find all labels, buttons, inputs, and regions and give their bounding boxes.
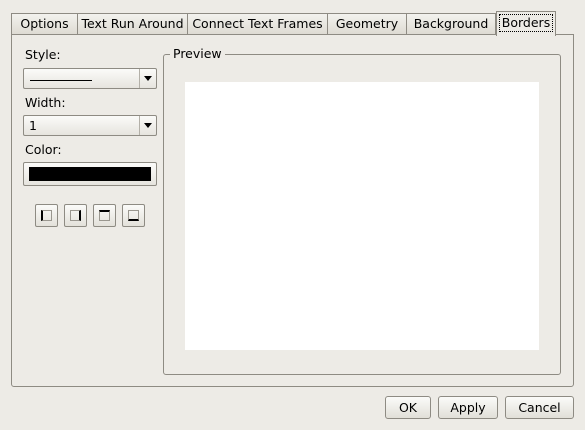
ok-button-label: OK bbox=[398, 400, 418, 415]
tab-background-label: Background bbox=[413, 16, 489, 31]
tab-borders[interactable]: Borders bbox=[496, 11, 556, 36]
style-label: Style: bbox=[25, 47, 61, 62]
tab-geometry-label: Geometry bbox=[335, 16, 399, 31]
chevron-down-icon[interactable] bbox=[139, 69, 156, 88]
bottom-border-icon bbox=[128, 210, 139, 221]
right-border-button[interactable] bbox=[64, 204, 87, 227]
color-label: Color: bbox=[25, 142, 62, 157]
tab-connect-text-frames-label: Connect Text Frames bbox=[192, 16, 323, 31]
apply-button-label: Apply bbox=[450, 400, 486, 415]
top-border-icon bbox=[99, 210, 110, 221]
cancel-button-label: Cancel bbox=[518, 400, 561, 415]
color-button[interactable] bbox=[23, 162, 157, 186]
width-combobox[interactable]: 1 bbox=[23, 115, 157, 136]
preview-title: Preview bbox=[170, 46, 225, 61]
left-border-button[interactable] bbox=[35, 204, 58, 227]
tab-geometry[interactable]: Geometry bbox=[327, 13, 407, 34]
tab-text-run-around[interactable]: Text Run Around bbox=[77, 13, 188, 34]
cancel-button[interactable]: Cancel bbox=[505, 396, 574, 419]
tab-connect-text-frames[interactable]: Connect Text Frames bbox=[187, 13, 328, 34]
solid-line-sample bbox=[30, 80, 92, 81]
tab-options-label: Options bbox=[20, 16, 69, 31]
tab-text-run-around-label: Text Run Around bbox=[81, 16, 184, 31]
tab-options[interactable]: Options bbox=[11, 13, 78, 34]
preview-canvas bbox=[185, 82, 539, 350]
left-border-icon bbox=[41, 210, 52, 221]
width-value: 1 bbox=[29, 118, 37, 133]
tab-background[interactable]: Background bbox=[406, 13, 496, 34]
top-border-button[interactable] bbox=[93, 204, 116, 227]
bottom-border-button[interactable] bbox=[122, 204, 145, 227]
color-swatch bbox=[29, 167, 151, 181]
width-label: Width: bbox=[25, 95, 66, 110]
ok-button[interactable]: OK bbox=[385, 396, 431, 419]
right-border-icon bbox=[70, 210, 81, 221]
tab-borders-label: Borders bbox=[498, 14, 554, 32]
apply-button[interactable]: Apply bbox=[438, 396, 498, 419]
style-combobox[interactable] bbox=[23, 68, 157, 89]
chevron-down-icon[interactable] bbox=[139, 116, 156, 135]
